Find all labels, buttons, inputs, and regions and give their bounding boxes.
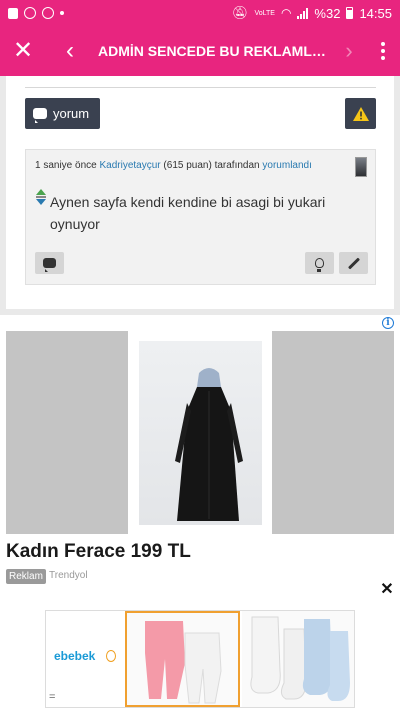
comment-time: 1 saniye önce (35, 160, 97, 171)
battery-icon (346, 7, 354, 19)
lightbulb-icon (315, 258, 324, 272)
warning-icon (352, 106, 369, 121)
comment-by-text: tarafından (214, 160, 260, 171)
battery-percent: %32 (314, 5, 341, 21)
avatar[interactable] (355, 157, 367, 177)
clock: 14:55 (359, 5, 392, 21)
banner-product-leggings[interactable] (125, 611, 240, 707)
comment-meta: 1 saniye önce Kadriyetayçur (615 puan) t… (35, 160, 312, 171)
chevron-left-icon: ‹ (66, 37, 74, 64)
banner-close-button[interactable]: ✕ (374, 577, 400, 603)
close-icon: ✕ (12, 37, 34, 64)
account-icon (42, 7, 54, 19)
status-bar: 🔕︎ VoLTE ◠ %32 14:55 (0, 0, 400, 26)
wifi-icon: ◠ (280, 6, 292, 20)
banner-ad[interactable]: ✕ ebebek = (0, 577, 400, 711)
whatsapp-icon (24, 7, 36, 19)
comment-item: 1 saniye önce Kadriyetayçur (615 puan) t… (25, 149, 376, 285)
close-button[interactable]: ✕ (0, 26, 46, 76)
back-button[interactable]: ‹ (46, 26, 94, 76)
yorum-button[interactable]: yorum (25, 98, 100, 129)
chevron-right-icon: › (345, 38, 353, 63)
comment-card: yorum 1 saniye önce Kadriyetayçur (615 p… (6, 76, 394, 309)
comment-text: Aynen sayfa kendi kendine bi asagi bi yu… (50, 194, 326, 232)
ad-source: Trendyol (49, 570, 88, 581)
lock-icon (8, 7, 18, 19)
forward-button[interactable]: › (332, 38, 366, 64)
mute-icon: 🔕︎ (231, 5, 249, 20)
comment-points: (615 puan) (163, 160, 212, 171)
socks-image (250, 616, 350, 701)
dot-icon (60, 11, 64, 15)
reply-bubble-icon (43, 258, 56, 272)
divider (25, 87, 376, 88)
close-icon: ✕ (380, 581, 394, 598)
ad-badge: Reklam (6, 569, 46, 584)
reply-button[interactable] (35, 252, 64, 274)
report-button[interactable] (345, 98, 376, 129)
vote-icon[interactable] (36, 189, 46, 207)
ad-placeholder-left (6, 331, 128, 534)
pencil-icon (347, 256, 360, 270)
leggings-image (145, 621, 222, 704)
banner-content[interactable]: ebebek = (45, 610, 355, 708)
ad-block[interactable]: i Kadın Ferace 199 TL Reklam Trendyol (0, 315, 400, 605)
ad-product-image[interactable] (139, 341, 262, 525)
ad-info-icon[interactable]: i (382, 317, 394, 329)
yorum-label: yorum (53, 106, 90, 121)
banner-product-socks[interactable] (242, 611, 354, 707)
comment-bubble-icon (33, 108, 47, 123)
banner-eq: = (49, 691, 56, 703)
brand-logo: ebebek (54, 649, 96, 663)
idea-button[interactable] (305, 252, 334, 274)
signal-icon (297, 7, 309, 19)
comment-user-link[interactable]: Kadriyetayçur (100, 160, 161, 171)
ad-title[interactable]: Kadın Ferace 199 TL (6, 541, 191, 563)
comment-action-link[interactable]: yorumlandı (262, 160, 311, 171)
woman-in-black-dress-image (175, 368, 243, 521)
volte-label: VoLTE (254, 9, 275, 17)
ad-placeholder-right (272, 331, 394, 534)
app-bar: ✕ ‹ ADMİN SENCEDE BU REKLAMLA... › (0, 26, 400, 76)
brand-mark-icon (106, 650, 116, 662)
more-menu-button[interactable] (366, 42, 400, 60)
page-title: ADMİN SENCEDE BU REKLAMLA... (98, 43, 332, 59)
edit-button[interactable] (339, 252, 368, 274)
